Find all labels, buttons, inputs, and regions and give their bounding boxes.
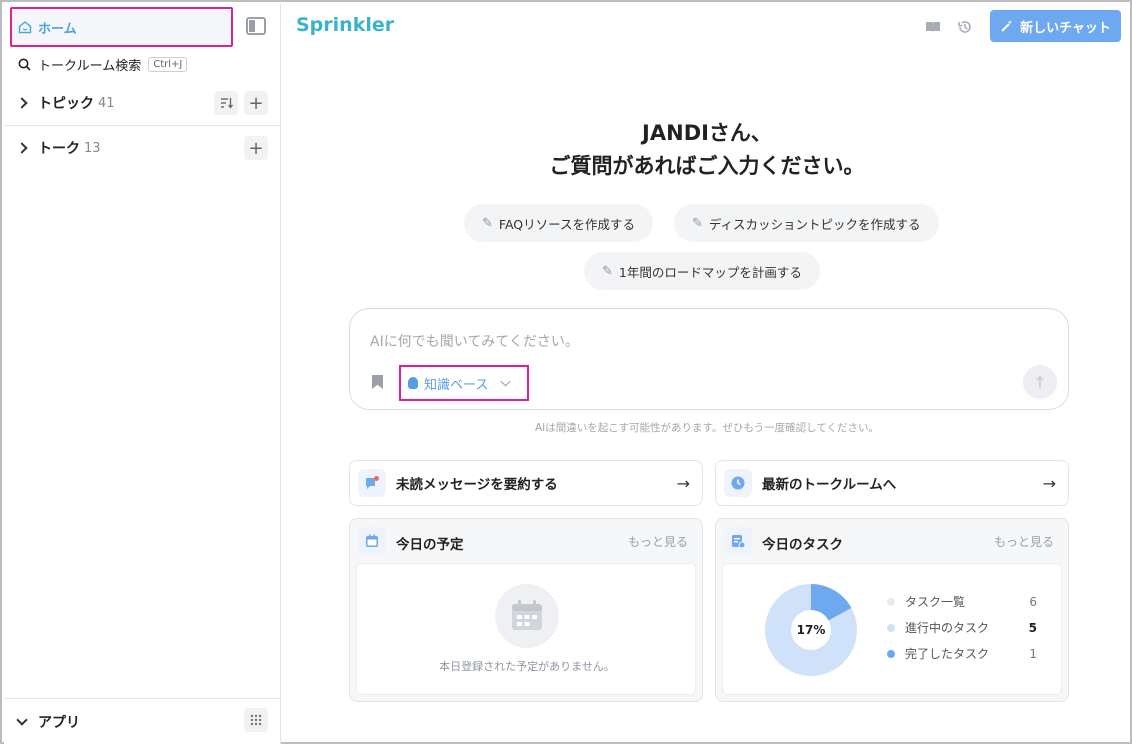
add-talk-button[interactable]: + xyxy=(244,136,268,160)
tasks-title: 今日のタスク xyxy=(762,537,843,553)
task-list-icon xyxy=(724,527,752,555)
send-button[interactable]: ↑ xyxy=(1023,365,1057,399)
latest-talkroom-label: 最新のトークルームへ xyxy=(762,477,897,493)
schedule-card: 今日の予定 もっと見る 本日登録された予定がありません。 xyxy=(349,518,703,702)
sidebar-item-home[interactable]: ホーム xyxy=(10,7,233,47)
lightbulb-icon xyxy=(408,377,418,389)
plus-icon: + xyxy=(248,137,264,159)
chat-alert-icon xyxy=(358,469,386,497)
suggestion-label: FAQリソースを作成する xyxy=(498,216,635,232)
sidebar-search[interactable]: トークルーム検索 Ctrl+J xyxy=(18,54,188,74)
knowledge-base-dropdown[interactable]: 知識ベース xyxy=(399,365,529,401)
chevron-right-icon xyxy=(16,142,28,154)
schedule-empty-text: 本日登録された予定がありません。 xyxy=(439,660,615,673)
chevron-right-icon xyxy=(16,97,28,109)
main-panel: Sprinkler 新しいチャット JANDIさん、 ご質問があればご入力くださ… xyxy=(282,4,1132,744)
magic-wand-icon xyxy=(1001,20,1013,32)
task-progress-donut: 17% xyxy=(765,584,857,676)
bookmark-icon[interactable] xyxy=(372,375,383,389)
grid-icon xyxy=(250,714,262,726)
greeting-line-2: ご質問があればご入力ください。 xyxy=(549,154,865,178)
tasks-body: 17% タスク一覧 6 進行中のタスク 5 完了したタスク 1 xyxy=(722,563,1062,695)
search-icon xyxy=(18,58,31,71)
summarize-unread-card[interactable]: 未読メッセージを要約する → xyxy=(349,460,703,506)
suggestion-label: ディスカッショントピックを作成する xyxy=(708,216,921,232)
ai-prompt-box[interactable]: AIに何でも聞いてみてください。 知識ベース ↑ xyxy=(349,308,1069,410)
legend-value: 5 xyxy=(1028,620,1037,635)
sidebar-section-topics[interactable]: トピック 41 xyxy=(4,81,281,125)
search-label: トークルーム検索 xyxy=(38,58,142,74)
sidebar-item-home-label: ホーム xyxy=(38,21,77,37)
magic-wand-icon: ✎ xyxy=(692,215,703,231)
legend-item: タスク一覧 6 xyxy=(887,593,1037,610)
home-icon xyxy=(18,21,32,34)
talks-count: 13 xyxy=(84,140,101,156)
magic-wand-icon: ✎ xyxy=(482,215,493,231)
schedule-body: 本日登録された予定がありません。 xyxy=(356,563,696,695)
sort-icon xyxy=(220,98,233,109)
sidebar-section-talks[interactable]: トーク 13 xyxy=(4,126,281,170)
sidebar-toggle-icon[interactable] xyxy=(246,17,266,35)
ai-disclaimer: AIは間違いを起こす可能性があります。ぜひもう一度確認してください。 xyxy=(534,422,880,434)
calendar-icon xyxy=(358,527,386,555)
legend-dot xyxy=(887,649,895,658)
ai-prompt-placeholder[interactable]: AIに何でも聞いてみてください。 xyxy=(370,331,579,351)
legend-label: 進行中のタスク xyxy=(905,621,990,635)
arrow-right-icon: → xyxy=(676,474,690,493)
plus-icon: + xyxy=(248,92,264,114)
apps-grid-button[interactable] xyxy=(244,708,268,732)
sidebar: ホーム トークルーム検索 Ctrl+J トピック 41 + トーク 13 + ア… xyxy=(4,4,281,744)
new-chat-button[interactable]: 新しいチャット xyxy=(990,10,1121,42)
history-button[interactable] xyxy=(956,18,974,36)
chevron-down-icon xyxy=(16,713,28,726)
legend-value: 6 xyxy=(1029,594,1037,609)
legend-dot xyxy=(887,623,895,632)
topics-count: 41 xyxy=(98,95,115,111)
arrow-up-icon: ↑ xyxy=(1033,372,1047,392)
apps-label: アプリ xyxy=(38,714,80,731)
search-shortcut-badge: Ctrl+J xyxy=(148,56,188,72)
brand-title: Sprinkler xyxy=(296,14,395,36)
knowledge-base-label: 知識ベース xyxy=(424,377,489,393)
talks-label: トーク xyxy=(38,141,80,157)
schedule-title: 今日の予定 xyxy=(396,537,464,553)
greeting-line-1: JANDIさん、 xyxy=(642,121,772,145)
legend-item: 進行中のタスク 5 xyxy=(887,619,1037,636)
add-topic-button[interactable]: + xyxy=(244,91,268,115)
app-window: ホーム トークルーム検索 Ctrl+J トピック 41 + トーク 13 + ア… xyxy=(0,0,1132,744)
book-button[interactable] xyxy=(924,18,942,36)
empty-calendar-icon xyxy=(495,584,559,648)
legend-label: タスク一覧 xyxy=(905,595,966,609)
suggestion-chip[interactable]: ✎ FAQリソースを作成する xyxy=(464,204,653,242)
schedule-more-link[interactable]: もっと見る xyxy=(628,533,688,550)
tasks-more-link[interactable]: もっと見る xyxy=(994,533,1054,550)
history-icon xyxy=(958,21,971,33)
magic-wand-icon: ✎ xyxy=(602,263,613,279)
arrow-right-icon: → xyxy=(1042,474,1056,493)
topics-label: トピック xyxy=(38,96,94,112)
book-icon xyxy=(926,22,940,32)
latest-talkroom-card[interactable]: 最新のトークルームへ → xyxy=(715,460,1069,506)
tasks-card: 今日のタスク もっと見る 17% タスク一覧 6 進行中のタスク 5 完了したタ… xyxy=(715,518,1069,702)
suggestion-label: 1年間のロードマップを計画する xyxy=(618,264,802,280)
sort-button[interactable] xyxy=(214,91,238,115)
sidebar-section-apps[interactable]: アプリ xyxy=(4,698,281,744)
new-chat-label: 新しいチャット xyxy=(1020,20,1111,36)
legend-item: 完了したタスク 1 xyxy=(887,645,1037,662)
legend-value: 1 xyxy=(1029,646,1037,661)
suggestion-chip[interactable]: ✎ ディスカッショントピックを作成する xyxy=(674,204,939,242)
legend-label: 完了したタスク xyxy=(905,647,990,661)
legend-dot xyxy=(887,597,895,606)
suggestion-chip[interactable]: ✎ 1年間のロードマップを計画する xyxy=(584,252,820,290)
summarize-unread-label: 未読メッセージを要約する xyxy=(396,477,558,493)
clock-icon xyxy=(724,469,752,497)
donut-center-label: 17% xyxy=(797,623,826,637)
chevron-down-icon xyxy=(500,376,511,386)
